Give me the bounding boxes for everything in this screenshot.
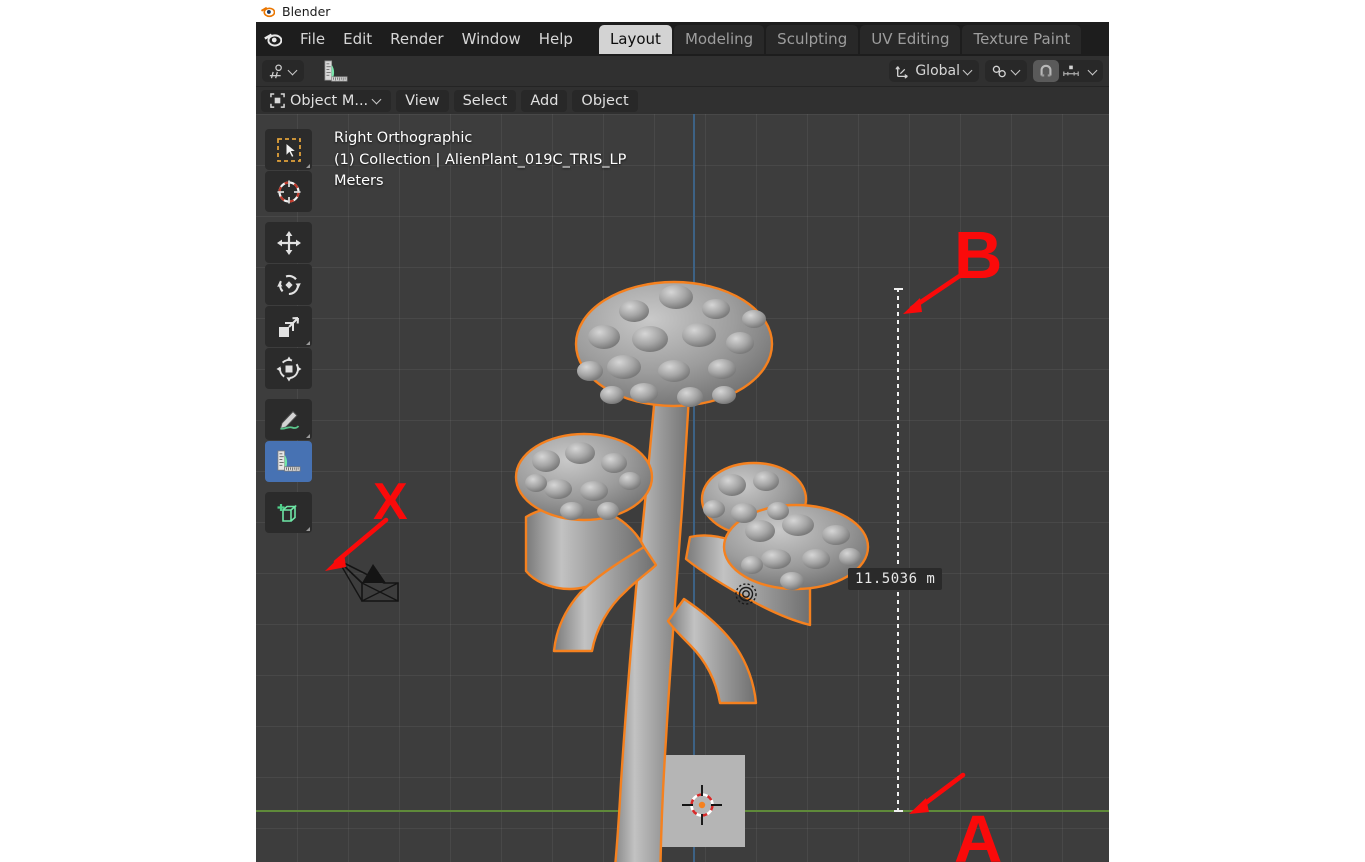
proportional-falloff-dropdown[interactable] [1083,60,1103,82]
proportional-editing-icon[interactable] [1059,60,1083,82]
active-tool-measure-icon [316,60,355,82]
blender-logo-icon [260,4,276,19]
menu-help[interactable]: Help [530,27,582,51]
tool-settings-bar: Global [256,56,1109,87]
chevron-down-icon [289,67,298,76]
chevron-down-icon [1089,67,1098,76]
menu-render[interactable]: Render [381,27,452,51]
measurement-line [893,288,903,812]
viewport-menu-select[interactable]: Select [453,89,517,112]
tool-measure[interactable] [265,441,312,482]
tab-modeling[interactable]: Modeling [673,24,765,54]
tool-add-cube[interactable] [265,492,312,533]
viewport-header: Object M... View Select Add Object [256,87,1109,114]
menu-edit[interactable]: Edit [334,27,381,51]
tab-layout[interactable]: Layout [598,24,672,54]
snap-transform-widget[interactable] [262,60,304,82]
measure-snap-marker-icon [735,583,757,605]
tool-scale[interactable] [265,306,312,347]
tool-expand-corner-icon [306,434,310,438]
tool-transform[interactable] [265,348,312,389]
mode-dropdown[interactable]: Object M... [261,89,392,112]
tab-texture-paint[interactable]: Texture Paint [962,24,1082,54]
tool-select-box[interactable] [265,129,312,170]
mode-label: Object M... [290,92,369,109]
3d-viewport[interactable]: 11.5036 m Right Orthographic (1) Collect… [256,114,1109,862]
top-menu-bar: File Edit Render Window Help Layout Mode… [256,22,1109,56]
viewport-menu-object[interactable]: Object [572,89,638,112]
viewport-menu-view[interactable]: View [396,89,449,112]
menu-window[interactable]: Window [453,27,530,51]
os-title-text: Blender [282,3,331,19]
measurement-label: 11.5036 m [848,568,943,590]
viewport-menu-add[interactable]: Add [521,89,568,112]
snap-magnet-toggle[interactable] [1033,60,1059,82]
viewport-scene-info: (1) Collection | AlienPlant_019C_TRIS_LP [334,151,627,168]
workspace-tabs: Layout Modeling Sculpting UV Editing Tex… [598,24,1082,54]
tool-cursor[interactable] [265,171,312,212]
blender-window: File Edit Render Window Help Layout Mode… [256,22,1109,862]
alien-plant-model[interactable] [484,259,888,862]
tool-expand-corner-icon [306,164,310,168]
viewport-units: Meters [334,173,384,189]
header-right-controls: Global [889,60,1103,82]
chevron-down-icon [1012,67,1021,76]
tool-move[interactable] [265,222,312,263]
annotation-a-arrow [901,769,971,821]
os-titlebar: Blender [256,0,1109,22]
tool-expand-corner-icon [306,527,310,531]
screenshot-root: Blender File Edit Render Window Help Lay… [0,0,1365,862]
tab-sculpting[interactable]: Sculpting [766,24,859,54]
viewport-info-text: Right Orthographic (1) Collection | Alie… [334,128,626,193]
chevron-down-icon [964,67,973,76]
cursor-3d-icon [682,785,722,825]
blender-menu-logo-icon[interactable] [263,30,283,49]
chevron-down-icon [373,96,382,105]
menu-file[interactable]: File [291,27,334,51]
snap-target-dropdown[interactable] [985,60,1027,82]
tool-expand-corner-icon [306,341,310,345]
tool-rotate[interactable] [265,264,312,305]
tool-annotate[interactable] [265,399,312,440]
annotation-x-arrow [314,514,392,580]
viewport-toolbar [265,129,312,533]
tab-uv-editing[interactable]: UV Editing [860,24,961,54]
transform-orientation-value: Global [915,63,960,79]
annotation-b-arrow [895,271,965,321]
viewport-view-name: Right Orthographic [334,130,473,146]
transform-orientation-dropdown[interactable]: Global [889,60,979,82]
